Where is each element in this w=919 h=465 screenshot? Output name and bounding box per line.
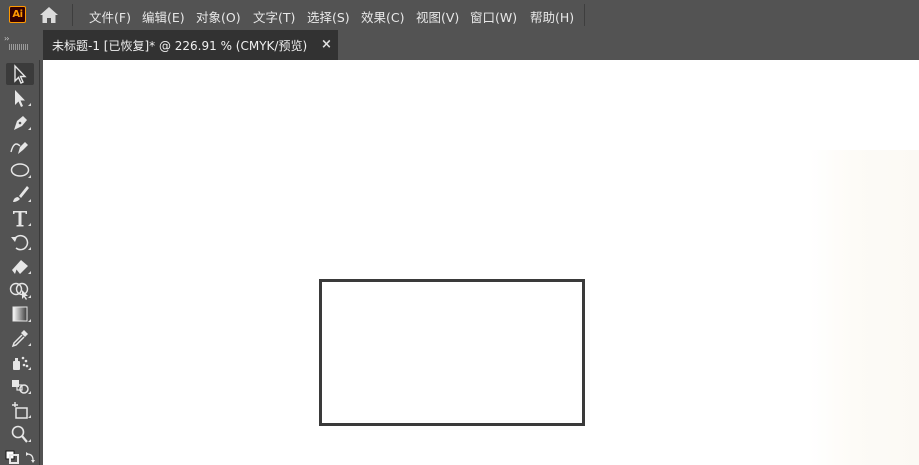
pen-tool[interactable] bbox=[6, 111, 34, 133]
menu-object[interactable]: 对象(O) bbox=[196, 7, 241, 26]
menu-view[interactable]: 视图(V) bbox=[416, 7, 459, 26]
menu-edit[interactable]: 编辑(E) bbox=[142, 7, 185, 26]
canvas-edge-tint bbox=[808, 150, 919, 465]
menu-type[interactable]: 文字(T) bbox=[253, 7, 295, 26]
eraser-tool[interactable] bbox=[6, 255, 34, 277]
app-logo: Ai bbox=[9, 6, 26, 23]
menu-effect[interactable]: 效果(C) bbox=[361, 7, 404, 26]
toolbar-grip-icon[interactable] bbox=[9, 44, 29, 50]
curvature-tool[interactable] bbox=[6, 135, 34, 157]
close-icon[interactable]: × bbox=[321, 37, 332, 52]
gradient-tool[interactable] bbox=[6, 303, 34, 325]
type-tool[interactable] bbox=[6, 207, 34, 229]
eyedropper-tool[interactable] bbox=[6, 327, 34, 349]
zoom-tool[interactable] bbox=[6, 423, 34, 445]
menu-separator bbox=[584, 4, 585, 26]
home-icon[interactable] bbox=[39, 6, 59, 24]
curvature-pen-icon bbox=[10, 142, 28, 154]
fill-stroke-swatch-icon[interactable] bbox=[4, 449, 38, 465]
document-tab-title: 未标题-1 [已恢复]* @ 226.91 % (CMYK/预览) bbox=[52, 39, 308, 53]
symbol-sprayer-tool[interactable] bbox=[6, 351, 34, 373]
artboard-tool[interactable] bbox=[6, 399, 34, 421]
menu-window[interactable]: 窗口(W) bbox=[470, 7, 517, 26]
menu-bar: Ai 文件(F) 编辑(E) 对象(O) 文字(T) 选择(S) 效果(C) 视… bbox=[0, 0, 919, 30]
direct-selection-tool[interactable] bbox=[6, 87, 34, 109]
panel-collapse-icon[interactable]: ›› bbox=[4, 34, 10, 43]
paintbrush-tool[interactable] bbox=[6, 183, 34, 205]
menu-separator bbox=[72, 4, 73, 26]
selection-tool[interactable] bbox=[6, 63, 34, 85]
shape-builder-tool[interactable] bbox=[6, 279, 34, 301]
arrow-icon bbox=[14, 64, 27, 84]
ellipse-tool[interactable] bbox=[6, 159, 34, 181]
rectangle-object[interactable] bbox=[319, 279, 585, 426]
blend-tool[interactable] bbox=[6, 375, 34, 397]
rotate-tool[interactable] bbox=[6, 231, 34, 253]
menu-help[interactable]: 帮助(H) bbox=[530, 7, 574, 26]
artboard-canvas[interactable] bbox=[43, 60, 919, 465]
menu-file[interactable]: 文件(F) bbox=[89, 7, 131, 26]
menu-select[interactable]: 选择(S) bbox=[307, 7, 350, 26]
document-tab[interactable]: 未标题-1 [已恢复]* @ 226.91 % (CMYK/预览) × bbox=[43, 30, 338, 60]
